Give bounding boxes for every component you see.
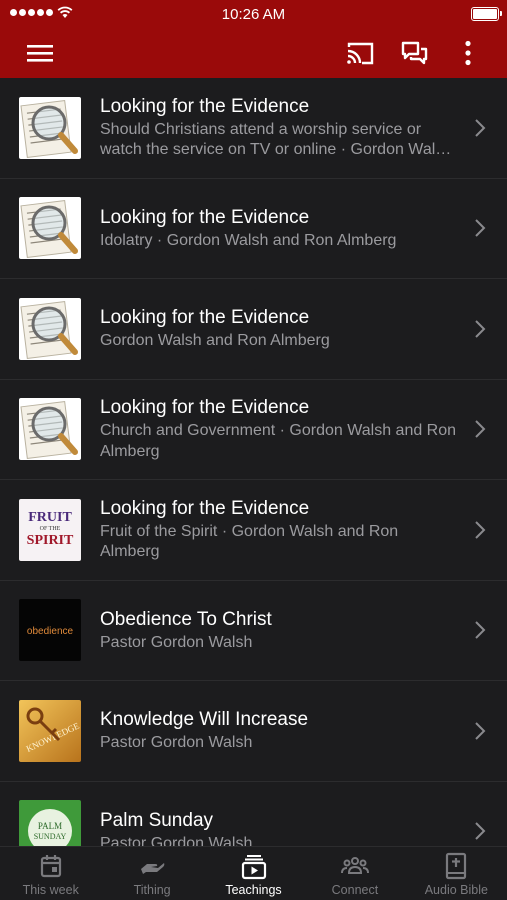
sermon-thumbnail: FRUIT OF THE SPIRIT (19, 498, 81, 561)
item-title: Obedience To Christ (100, 608, 272, 630)
item-title: Palm Sunday (100, 809, 214, 831)
tab-connect[interactable]: Connect (304, 847, 405, 900)
sermon-thumbnail: PALM SUNDAY (19, 800, 81, 846)
tab-tithing[interactable]: Tithing (101, 847, 202, 900)
chat-icon (401, 41, 428, 65)
chevron-right-icon (475, 822, 486, 840)
item-title: Looking for the Evidence (100, 307, 310, 328)
status-time: 10:26 AM (221, 6, 286, 23)
item-title: Looking for the Evidence (100, 497, 310, 519)
chevron-right-icon (475, 119, 486, 137)
sermon-thumbnail: KNOWLEDGE (19, 699, 81, 762)
teachings-list: Looking for the Evidence Should Christia… (0, 78, 507, 846)
play-playlist-icon (241, 855, 266, 880)
tab-bar: This week Tithing Teachings Connect Audi… (0, 846, 507, 900)
cast-button[interactable] (344, 37, 376, 69)
thumb-text: OF THE (40, 526, 61, 532)
thumb-text: SUNDAY (34, 832, 67, 841)
tab-label: Connect (331, 883, 379, 897)
people-icon (340, 857, 369, 874)
item-subtitle: Idolatry · Gordon Walsh and Ron Almberg (100, 231, 397, 249)
list-item[interactable]: Looking for the Evidence Church and Gove… (0, 380, 507, 480)
item-subtitle: Gordon Walsh and Ron Almberg (100, 332, 330, 349)
tab-audio-bible[interactable]: Audio Bible (406, 847, 507, 900)
more-options-button[interactable] (452, 37, 484, 69)
item-subtitle: Pastor Gordon Walsh (100, 734, 253, 751)
item-subtitle: Fruit of the Spirit · Gordon Walsh and R… (100, 522, 399, 561)
battery-icon (471, 7, 502, 21)
chevron-right-icon (475, 320, 486, 338)
item-title: Knowledge Will Increase (100, 709, 309, 730)
tab-teachings[interactable]: Teachings (203, 847, 304, 900)
chevron-right-icon (475, 420, 486, 438)
sermon-thumbnail (19, 398, 81, 461)
chat-button[interactable] (398, 37, 430, 69)
list-item[interactable]: KNOWLEDGE Knowledge Will Increase Pastor… (0, 681, 507, 782)
sermon-thumbnail (19, 297, 81, 360)
more-vertical-icon (465, 40, 471, 66)
sermon-thumbnail (19, 197, 81, 260)
chevron-right-icon (475, 219, 486, 237)
calendar-icon (40, 855, 61, 878)
item-title: Looking for the Evidence (100, 397, 310, 419)
chevron-right-icon (475, 722, 486, 740)
sermon-thumbnail (19, 96, 81, 159)
hand-icon (141, 863, 165, 874)
thumb-text: FRUIT (28, 510, 72, 525)
chevron-right-icon (475, 521, 486, 539)
chevron-right-icon (475, 621, 486, 639)
nav-bar (0, 28, 507, 78)
thumb-text: PALM (38, 821, 62, 831)
list-item[interactable]: obedience Obedience To Christ Pastor Gor… (0, 581, 507, 681)
item-subtitle: Should Christians attend a worship servi… (100, 120, 453, 159)
menu-button[interactable] (24, 37, 56, 69)
tab-label: Teachings (225, 883, 282, 897)
menu-icon (27, 45, 53, 62)
tab-label: This week (22, 883, 79, 897)
list-item[interactable]: PALM SUNDAY Palm Sunday Pastor Gordon Wa… (0, 782, 507, 847)
thumb-text: SPIRIT (27, 533, 74, 548)
thumb-text: obedience (27, 626, 74, 637)
list-item[interactable]: FRUIT OF THE SPIRIT Looking for the Evid… (0, 480, 507, 581)
list-item[interactable]: Looking for the Evidence Should Christia… (0, 78, 507, 179)
list-item[interactable]: Looking for the Evidence Gordon Walsh an… (0, 279, 507, 380)
list-item[interactable]: Looking for the Evidence Idolatry · Gord… (0, 179, 507, 279)
item-title: Looking for the Evidence (100, 95, 310, 117)
sermon-thumbnail: obedience (19, 599, 81, 662)
status-bar: 10:26 AM (0, 0, 507, 28)
item-subtitle: Church and Government · Gordon Walsh and… (100, 422, 457, 460)
item-subtitle: Pastor Gordon Walsh (100, 834, 253, 847)
tab-label: Tithing (133, 883, 171, 897)
item-subtitle: Pastor Gordon Walsh (100, 633, 253, 651)
cast-icon (347, 42, 374, 65)
bible-icon (446, 852, 467, 880)
item-title: Looking for the Evidence (100, 206, 310, 228)
tab-label: Audio Bible (424, 883, 488, 897)
tab-this-week[interactable]: This week (0, 847, 101, 900)
